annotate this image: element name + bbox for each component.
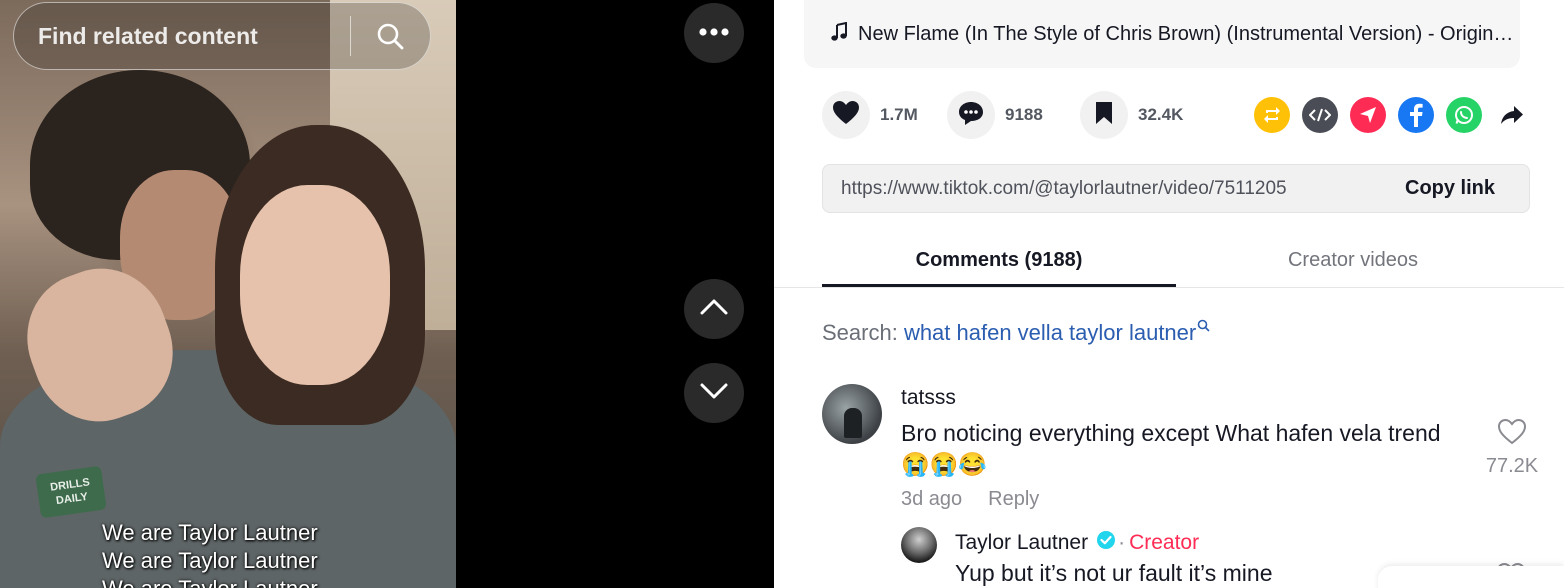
like-button[interactable] bbox=[822, 91, 870, 139]
reply-text: Yup but it’s not ur fault it’s mine bbox=[955, 560, 1273, 586]
next-video-button[interactable] bbox=[684, 363, 744, 423]
find-related-search[interactable]: Find related content bbox=[13, 2, 431, 70]
comment-count: 9188 bbox=[1005, 105, 1043, 124]
comment-meta: 3d ago Reply bbox=[901, 488, 1039, 511]
tiktok-video-page: DRILLS DAILY Find related content We are… bbox=[0, 0, 1564, 588]
verified-badge-icon bbox=[1096, 530, 1116, 556]
whatsapp-icon[interactable] bbox=[1446, 97, 1482, 133]
like-stat[interactable]: 1.7M bbox=[822, 90, 918, 140]
separator-dot: · bbox=[1118, 531, 1126, 554]
copy-link-button[interactable]: Copy link bbox=[1405, 177, 1495, 200]
creator-label: Creator bbox=[1129, 531, 1200, 554]
video-caption-line: We are Taylor Lautner bbox=[102, 548, 318, 573]
embed-icon[interactable] bbox=[1302, 97, 1338, 133]
avatar[interactable] bbox=[901, 527, 937, 563]
repost-icon[interactable] bbox=[1254, 97, 1290, 133]
video-link-box: https://www.tiktok.com/@taylorlautner/vi… bbox=[822, 164, 1530, 213]
sweater-patch: DRILLS DAILY bbox=[35, 465, 107, 519]
search-icon bbox=[1197, 312, 1210, 337]
related-search-query[interactable]: what hafen vella taylor lautner bbox=[904, 320, 1196, 345]
previous-video-button[interactable] bbox=[684, 279, 744, 339]
music-note-icon bbox=[830, 21, 848, 47]
comment-like-count: 77.2K bbox=[1485, 455, 1539, 477]
details-panel: New Flame (In The Style of Chris Brown) … bbox=[774, 0, 1564, 588]
comment-icon bbox=[957, 100, 985, 131]
comment-stat[interactable]: 9188 bbox=[947, 90, 1043, 140]
chevron-up-icon bbox=[699, 297, 729, 322]
video-player[interactable]: DRILLS DAILY Find related content We are… bbox=[0, 0, 456, 588]
video-caption-line: We are Taylor Lautner bbox=[102, 576, 318, 588]
more-options-button[interactable] bbox=[684, 3, 744, 63]
save-count: 32.4K bbox=[1138, 105, 1184, 124]
heart-icon bbox=[832, 100, 860, 131]
video-backdrop bbox=[456, 0, 774, 588]
comment-button[interactable] bbox=[947, 91, 995, 139]
save-stat[interactable]: 32.4K bbox=[1080, 90, 1183, 140]
comment-input-bar[interactable] bbox=[1378, 566, 1564, 588]
save-button[interactable] bbox=[1080, 91, 1128, 139]
video-face-woman bbox=[240, 185, 390, 385]
tabs-divider bbox=[774, 287, 1564, 288]
comment-time: 3d ago bbox=[901, 488, 963, 510]
search-icon[interactable] bbox=[351, 2, 429, 70]
related-search-prefix: Search: bbox=[822, 320, 904, 345]
reply-header: Taylor Lautner · Creator bbox=[955, 530, 1199, 556]
comment-username[interactable]: tatsss bbox=[901, 386, 956, 410]
avatar-figure bbox=[844, 408, 862, 438]
share-arrow-icon[interactable] bbox=[1494, 97, 1530, 133]
reply-username[interactable]: Taylor Lautner bbox=[955, 531, 1088, 555]
video-url[interactable]: https://www.tiktok.com/@taylorlautner/vi… bbox=[841, 178, 1389, 200]
send-icon[interactable] bbox=[1350, 97, 1386, 133]
bookmark-icon bbox=[1094, 101, 1114, 130]
video-caption-line: We are Taylor Lautner bbox=[102, 520, 318, 545]
comment-text: Bro noticing everything except What hafe… bbox=[901, 420, 1441, 477]
tab-creator-videos[interactable]: Creator videos bbox=[1176, 232, 1530, 288]
more-icon bbox=[697, 24, 731, 42]
chevron-down-icon bbox=[699, 381, 729, 406]
active-tab-indicator bbox=[822, 284, 1176, 287]
find-related-placeholder[interactable]: Find related content bbox=[38, 23, 350, 50]
comment-like[interactable]: 77.2K bbox=[1478, 418, 1546, 478]
tab-comments[interactable]: Comments (9188) bbox=[822, 232, 1176, 288]
like-count: 1.7M bbox=[880, 105, 918, 124]
music-bar[interactable]: New Flame (In The Style of Chris Brown) … bbox=[804, 0, 1520, 68]
heart-outline-icon[interactable] bbox=[1497, 418, 1527, 450]
music-title[interactable]: New Flame (In The Style of Chris Brown) … bbox=[858, 23, 1518, 46]
facebook-icon[interactable] bbox=[1398, 97, 1434, 133]
avatar[interactable] bbox=[822, 384, 882, 444]
related-search[interactable]: Search: what hafen vella taylor lautner bbox=[822, 319, 1210, 346]
reply-button[interactable]: Reply bbox=[988, 488, 1039, 510]
